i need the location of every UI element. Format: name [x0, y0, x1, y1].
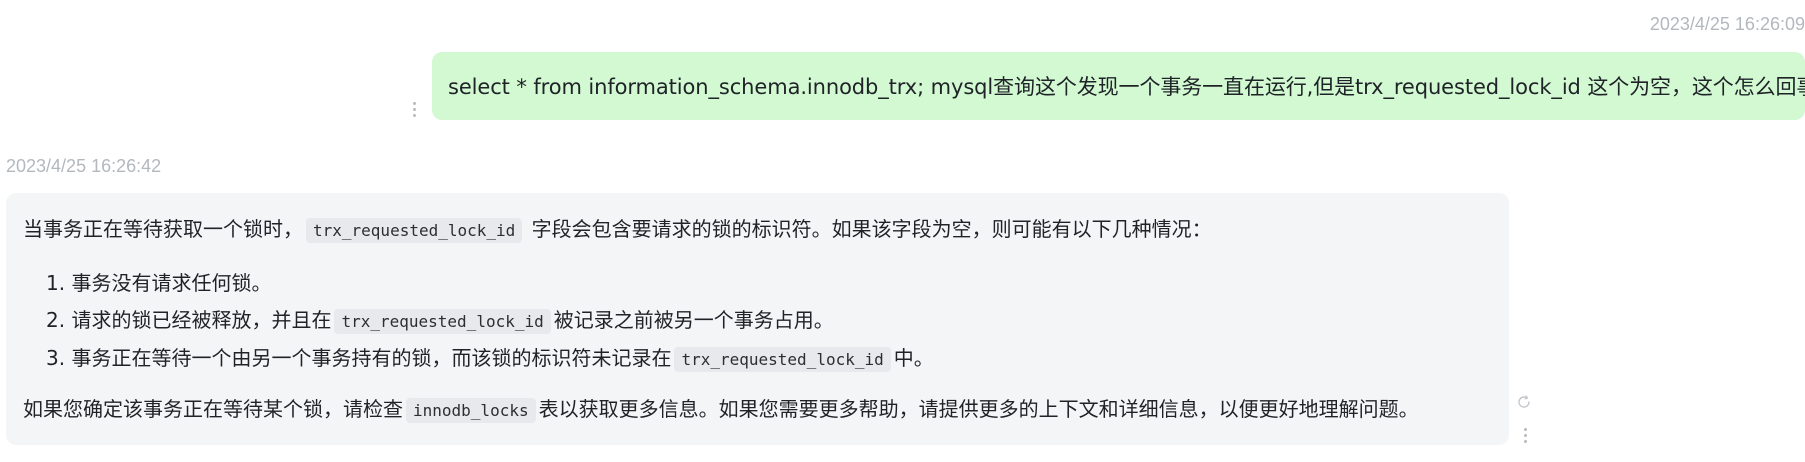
- list-item: 1. 事务没有请求任何锁。: [46, 265, 1492, 302]
- user-message-timestamp: 2023/4/25 16:26:09: [1649, 14, 1805, 34]
- reload-icon[interactable]: [1517, 395, 1531, 409]
- inline-code: trx_requested_lock_id: [674, 347, 891, 372]
- outro-text-before: 如果您确定该事务正在等待某个锁，请检查: [23, 397, 403, 421]
- list-item-number: 3.: [46, 346, 66, 370]
- inline-code: trx_requested_lock_id: [306, 218, 523, 243]
- assistant-message-timestamp: 2023/4/25 16:26:42: [6, 156, 162, 176]
- assistant-message-more-icon[interactable]: [1522, 428, 1528, 443]
- inline-code: trx_requested_lock_id: [334, 309, 551, 334]
- list-item: 2. 请求的锁已经被释放，并且在 trx_requested_lock_id 被记录…: [46, 302, 1492, 340]
- list-item: 3. 事务正在等待一个由另一个事务持有的锁，而该锁的标识符未记录在 trx_req…: [46, 340, 1492, 378]
- possibility-list: 1. 事务没有请求任何锁。 2. 请求的锁已经被释放，并且在 trx_reques…: [23, 265, 1492, 378]
- outro-text-after: 表以获取更多信息。如果您需要更多帮助，请提供更多的上下文和详细信息，以便更好地理…: [538, 397, 1419, 421]
- user-message-bubble: select * from information_schema.innodb_…: [432, 52, 1805, 120]
- intro-text-after: 字段会包含要请求的锁的标识符。如果该字段为空，则可能有以下几种情况：: [531, 217, 1212, 241]
- user-message-more-icon[interactable]: [411, 102, 417, 117]
- user-message-text: select * from information_schema.innodb_…: [448, 75, 1805, 99]
- list-item-text: 请求的锁已经被释放，并且在: [71, 308, 332, 332]
- list-item-number: 1.: [46, 271, 66, 295]
- list-item-text-after: 被记录之前被另一个事务占用。: [553, 308, 834, 332]
- list-item-number: 2.: [46, 308, 66, 332]
- inline-code: innodb_locks: [406, 398, 536, 423]
- list-item-text-after: 中。: [893, 346, 934, 370]
- intro-text-before: 当事务正在等待获取一个锁时，: [23, 217, 303, 241]
- list-item-text: 事务没有请求任何锁。: [71, 271, 272, 295]
- assistant-outro-paragraph: 如果您确定该事务正在等待某个锁，请检查 innodb_locks 表以获取更多信息。…: [23, 391, 1492, 429]
- assistant-message-bubble: 当事务正在等待获取一个锁时， trx_requested_lock_id 字段会包…: [6, 193, 1509, 445]
- list-item-text: 事务正在等待一个由另一个事务持有的锁，而该锁的标识符未记录在: [71, 346, 672, 370]
- assistant-intro-paragraph: 当事务正在等待获取一个锁时， trx_requested_lock_id 字段会包…: [23, 211, 1492, 249]
